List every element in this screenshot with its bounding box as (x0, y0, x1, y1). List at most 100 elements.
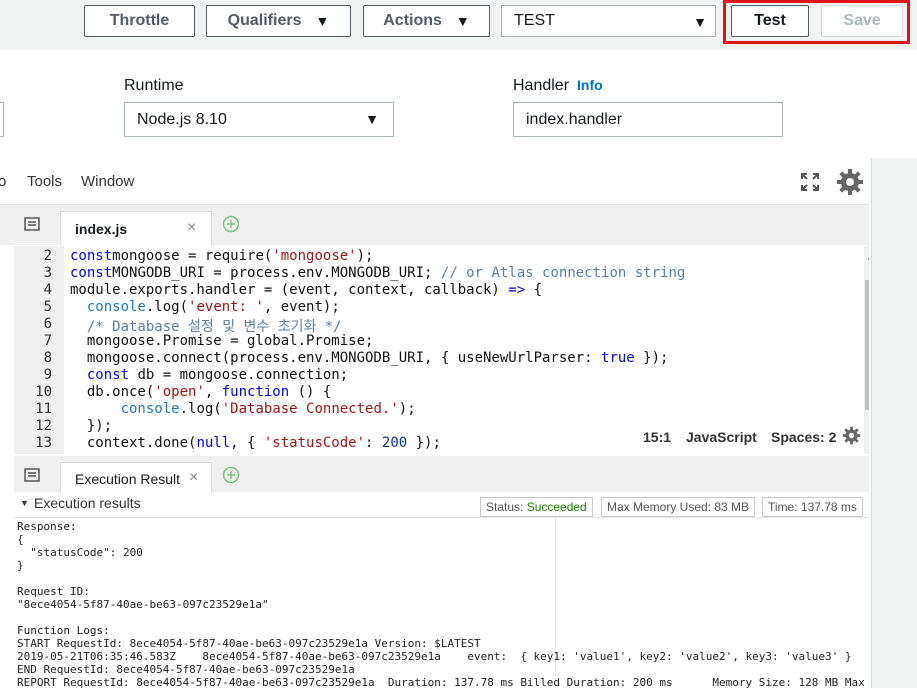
menu-item-tools[interactable]: Tools (27, 173, 62, 190)
code-line: console.log('event: ', event); (70, 299, 340, 315)
tab-execution-result[interactable]: Execution Result × (60, 462, 212, 496)
editor-scrollbar[interactable]: ▲ (864, 246, 869, 454)
runtime-value: Node.js 8.10 (137, 110, 227, 128)
result-tabstrip: Execution Result × (14, 456, 869, 496)
handler-label-row: Handler Info (513, 77, 603, 95)
add-tab-icon[interactable] (222, 466, 240, 484)
code-token: true (601, 350, 635, 366)
line-number: 4 (43, 282, 52, 298)
code-line: const db = mongoose.connection; (70, 367, 348, 383)
code-token: null (196, 435, 231, 451)
code-line: mongoose.connect(process.env.MONGODB_URI… (70, 350, 669, 366)
output-line: { (17, 533, 24, 546)
output-line: 2019-05-21T06:35:46.583Z 8ece4054-5f87-4… (17, 650, 852, 663)
chevron-down-icon: ▼ (693, 14, 707, 30)
code-token: { (525, 282, 543, 298)
line-number: 8 (43, 350, 52, 366)
line-number: 9 (43, 367, 52, 383)
test-event-select[interactable]: TEST ▼ (501, 5, 716, 37)
scroll-up-icon[interactable]: ▲ (868, 252, 869, 262)
code-token: console (86, 299, 146, 315)
code-line: module.exports.handler = (event, context… (70, 282, 542, 298)
throttle-button[interactable]: Throttle (84, 5, 195, 37)
time-badge: Time: 137.78 ms (762, 497, 863, 517)
code-token: mongoose.Promise = global.Promise; (70, 333, 374, 349)
add-tab-icon[interactable] (222, 215, 240, 233)
code-line: }); (70, 418, 112, 434)
code-line: constMONGODB_URI = process.env.MONGODB_U… (70, 265, 685, 281)
chevron-down-icon: ▼ (455, 13, 470, 29)
code-token: db = mongoose.connection; (129, 367, 349, 383)
test-event-value: TEST (514, 12, 555, 29)
file-tree-icon[interactable] (24, 217, 40, 231)
code-token: 'open' (154, 384, 205, 400)
throttle-label: Throttle (109, 12, 170, 29)
code-token: ); (398, 401, 416, 417)
code-token: : (365, 435, 382, 451)
line-number: 2 (43, 248, 52, 264)
output-line: REPORT RequestId: 8ece4054-5f87-40ae-be6… (17, 676, 869, 688)
qualifiers-label: Qualifiers (227, 12, 302, 29)
partial-field[interactable] (0, 102, 4, 137)
handler-info-link[interactable]: Info (577, 77, 603, 93)
indent-setting[interactable]: Spaces: 2 (771, 429, 836, 445)
runtime-label: Runtime (124, 77, 184, 94)
output-line: Function Logs: (17, 624, 110, 637)
max-memory: Max Memory Used: 83 MB (607, 500, 750, 514)
code-area[interactable]: 2 constmongoose = require('mongoose'); 3 co… (14, 246, 869, 454)
collapse-triangle-icon[interactable]: ▼ (20, 498, 29, 508)
gear-icon[interactable] (836, 168, 864, 196)
output-line: } (17, 559, 24, 572)
code-line: context.done(null, { 'statusCode': 200 }… (70, 435, 441, 451)
tab-index-js[interactable]: index.js × (60, 211, 212, 245)
close-icon[interactable]: × (187, 219, 196, 237)
execution-results-header[interactable]: ▼ Execution results Status: Succeeded Ma… (14, 492, 869, 518)
code-token: 'event: ' (188, 299, 264, 315)
output-line: END RequestId: 8ece4054-5f87-40ae-be63-0… (17, 663, 355, 676)
scrollbar-thumb[interactable] (865, 280, 869, 410)
actions-button[interactable]: Actions ▼ (363, 5, 490, 37)
file-tree-icon[interactable] (24, 468, 40, 482)
code-token: const (86, 367, 130, 383)
code-line: mongoose.Promise = global.Promise; (70, 333, 374, 349)
code-token: .log( (145, 299, 189, 315)
output-line: Request ID: (17, 585, 90, 598)
code-line: constmongoose = require('mongoose'); (70, 248, 373, 264)
execution-time: Time: 137.78 ms (768, 500, 857, 514)
line-number: 13 (35, 435, 52, 451)
tab-label: Execution Result (75, 471, 181, 487)
code-line: console.log('Database Connected.'); (70, 401, 416, 417)
line-number: 10 (35, 384, 52, 400)
top-toolbar: Throttle Qualifiers ▼ Actions ▼ TEST ▼ Test… (0, 0, 917, 50)
chevron-down-icon: ▼ (365, 111, 379, 127)
code-line: db.once('open', function () { (70, 384, 331, 400)
fullscreen-icon[interactable] (800, 172, 820, 192)
qualifiers-button[interactable]: Qualifiers ▼ (206, 5, 351, 37)
menu-item-partial[interactable]: o (0, 173, 6, 190)
language-mode[interactable]: JavaScript (686, 429, 757, 445)
editor-menubar: o Tools Window (0, 158, 869, 205)
runtime-select[interactable]: Node.js 8.10 ▼ (124, 102, 394, 137)
editor-tabstrip: index.js × (0, 205, 869, 245)
code-token: // or Atlas connection string (440, 265, 686, 281)
code-token: db.once( (70, 384, 155, 400)
menu-item-window[interactable]: Window (81, 173, 134, 190)
status-prefix: Status: (486, 500, 527, 514)
code-token: () { (289, 384, 332, 400)
handler-value: index.handler (526, 110, 623, 128)
output-line: "statusCode": 200 (17, 546, 143, 559)
line-number: 6 (43, 316, 52, 332)
execution-output[interactable]: Response:{ "statusCode": 200} Request ID:… (14, 518, 869, 688)
code-token: module.exports.handler = (event, context… (70, 282, 509, 298)
code-token: ); (356, 248, 374, 264)
line-number: 5 (43, 299, 52, 315)
code-token: function (221, 384, 290, 400)
tab-label: index.js (75, 221, 128, 237)
close-icon[interactable]: × (189, 469, 198, 487)
handler-input[interactable]: index.handler (513, 102, 783, 137)
settings-gear-icon[interactable] (842, 426, 861, 445)
code-token: }); (634, 350, 669, 366)
